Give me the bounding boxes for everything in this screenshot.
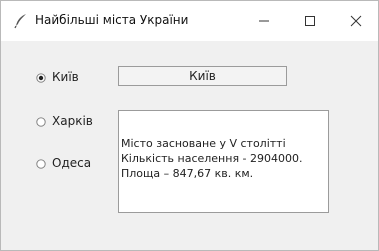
title-bar[interactable]: Найбільші міста України	[1, 1, 378, 41]
maximize-button[interactable]	[287, 1, 333, 41]
feather-icon	[13, 13, 29, 29]
minimize-icon	[258, 12, 270, 31]
selected-city-value: Київ	[189, 69, 216, 83]
info-line-population: Кількість населення - 2904000.	[121, 152, 303, 165]
city-info-text: Місто засноване у V столітті Кількість н…	[121, 136, 326, 181]
radio-kyiv[interactable]: Київ	[36, 68, 79, 86]
client-area: Київ Харків Одеса Київ Місто засноване у…	[1, 41, 378, 250]
info-line-founded: Місто засноване у V столітті	[121, 137, 286, 150]
maximize-icon	[304, 12, 316, 31]
info-line-area: Площа – 847,67 кв. км.	[121, 167, 254, 180]
radio-kharkiv-label: Харків	[52, 114, 93, 128]
window-title: Найбільші міста України	[35, 13, 189, 27]
radio-unselected-icon	[36, 116, 46, 127]
selected-city-field: Київ	[118, 66, 287, 86]
radio-odesa-label: Одеса	[52, 156, 92, 170]
close-button[interactable]	[333, 1, 379, 41]
radio-unselected-icon	[36, 158, 46, 169]
minimize-button[interactable]	[241, 1, 287, 41]
radio-odesa[interactable]: Одеса	[36, 154, 91, 172]
close-icon	[350, 12, 362, 31]
city-info-box: Місто засноване у V столітті Кількість н…	[118, 110, 329, 213]
radio-kyiv-label: Київ	[52, 70, 79, 84]
radio-selected-icon	[36, 72, 46, 83]
app-window: Найбільші міста України Київ Харків Одес…	[0, 0, 379, 251]
radio-kharkiv[interactable]: Харків	[36, 112, 93, 130]
